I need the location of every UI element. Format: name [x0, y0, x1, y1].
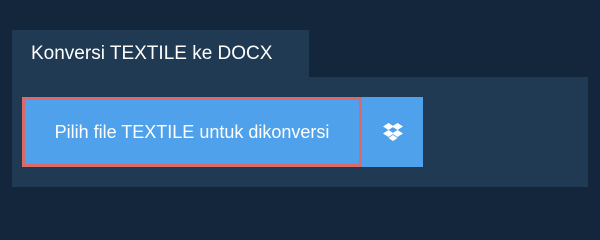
dropbox-icon	[382, 123, 403, 141]
upload-panel: Pilih file TEXTILE untuk dikonversi	[12, 77, 588, 187]
tab-title-label: Konversi TEXTILE ke DOCX	[31, 43, 273, 64]
select-file-label: Pilih file TEXTILE untuk dikonversi	[54, 121, 330, 142]
dropbox-button[interactable]	[362, 97, 423, 167]
tab-title: Konversi TEXTILE ke DOCX	[12, 30, 309, 77]
select-file-button[interactable]: Pilih file TEXTILE untuk dikonversi	[22, 97, 362, 167]
